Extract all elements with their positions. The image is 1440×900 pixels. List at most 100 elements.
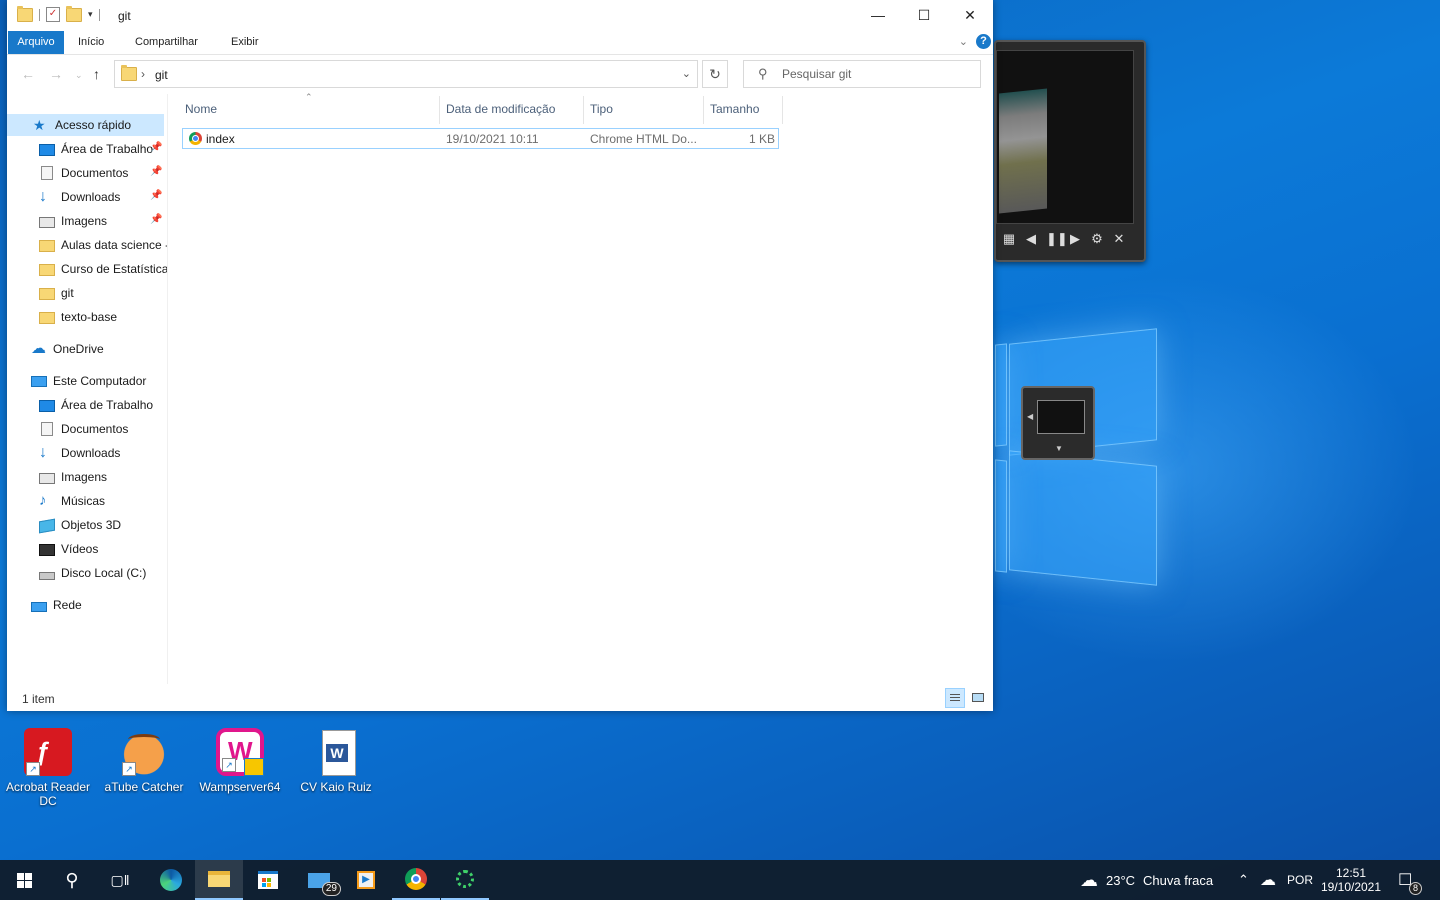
- column-separator[interactable]: [703, 96, 704, 124]
- folder-icon: [39, 312, 55, 324]
- taskbar-store[interactable]: [244, 860, 292, 900]
- new-folder-icon[interactable]: [66, 5, 82, 22]
- taskbar-media-player[interactable]: ▶: [342, 860, 390, 900]
- onedrive-tray[interactable]: ☁: [1260, 860, 1276, 900]
- pane-divider[interactable]: [167, 94, 168, 684]
- sidebar-item-downloads[interactable]: ↓ Downloads 📌: [7, 186, 167, 208]
- next-icon[interactable]: ▶: [1068, 231, 1082, 247]
- sidebar-item-rede[interactable]: Rede: [7, 594, 167, 616]
- sidebar-item-aulas-data-science[interactable]: Aulas data science -: [7, 234, 167, 256]
- language-indicator[interactable]: POR: [1287, 860, 1313, 900]
- sidebar-item-acesso-rapido[interactable]: ★ Acesso rápido: [7, 114, 164, 136]
- address-path[interactable]: git: [155, 68, 168, 82]
- column-separator[interactable]: [583, 96, 584, 124]
- show-hidden-icons-button[interactable]: ⌃: [1238, 860, 1249, 900]
- sidebar-item-imagens[interactable]: Imagens 📌: [7, 210, 167, 232]
- close-icon[interactable]: ✕: [1112, 231, 1126, 247]
- documents-icon: [41, 166, 53, 180]
- sidebar-item-texto-base[interactable]: texto-base: [7, 306, 167, 328]
- atube-icon: ↗: [120, 728, 168, 776]
- tab-compartilhar[interactable]: Compartilhar: [135, 31, 198, 54]
- column-header-data[interactable]: Data de modificação: [446, 96, 555, 122]
- address-dropdown-icon[interactable]: ⌄: [682, 67, 691, 80]
- settings-icon[interactable]: ⚙: [1090, 231, 1104, 247]
- details-view-button[interactable]: [945, 688, 965, 708]
- sidebar-item-onedrive[interactable]: ☁ OneDrive: [7, 338, 167, 360]
- desktop-icon-cv[interactable]: W CV Kaio Ruiz: [288, 728, 384, 794]
- collapse-left-icon[interactable]: ◀: [1027, 412, 1033, 421]
- media-player-window[interactable]: ▦ ◀ ❚❚ ▶ ⚙ ✕: [994, 40, 1146, 262]
- customize-toolbar-icon[interactable]: ▾: [88, 9, 93, 20]
- sidebar-item-pc-downloads[interactable]: ↓ Downloads: [7, 442, 167, 464]
- taskbar-search-button[interactable]: ⚲: [48, 860, 96, 900]
- tab-inicio[interactable]: Início: [78, 31, 104, 54]
- task-view-button[interactable]: ▢‖: [96, 860, 144, 900]
- chrome-icon: [189, 132, 202, 145]
- large-icons-view-button[interactable]: [969, 688, 989, 708]
- desktop-icon-atube[interactable]: ↗ aTube Catcher: [96, 728, 192, 794]
- expand-ribbon-icon[interactable]: ⌄: [959, 35, 968, 48]
- media-player-controls: ▦ ◀ ❚❚ ▶ ⚙ ✕: [1002, 230, 1126, 248]
- recent-locations-icon[interactable]: ⌄: [75, 70, 83, 81]
- properties-icon[interactable]: ✓: [46, 7, 60, 22]
- file-row[interactable]: index 19/10/2021 10:11 Chrome HTML Do...…: [182, 128, 779, 149]
- mini-player-widget[interactable]: ◀ ▼: [1021, 386, 1095, 460]
- sidebar-item-documentos[interactable]: Documentos 📌: [7, 162, 167, 184]
- sidebar-item-pc-imagens[interactable]: Imagens: [7, 466, 167, 488]
- taskbar-mail[interactable]: 29: [295, 860, 343, 900]
- sidebar-item-area-de-trabalho[interactable]: Área de Trabalho 📌: [7, 138, 167, 160]
- taskbar-file-explorer[interactable]: [195, 860, 243, 900]
- column-header-nome[interactable]: Nome: [185, 96, 217, 122]
- sidebar-item-videos[interactable]: Vídeos: [7, 538, 167, 560]
- close-button[interactable]: ✕: [947, 0, 993, 30]
- weather-condition: Chuva fraca: [1143, 872, 1214, 888]
- taskbar-chrome[interactable]: [392, 860, 440, 900]
- weather-widget[interactable]: ☁ 23°C Chuva fraca: [1080, 860, 1213, 900]
- shortcut-arrow-icon: ↗: [26, 762, 40, 776]
- store-icon: [258, 871, 278, 889]
- search-box[interactable]: ⚲: [743, 60, 981, 88]
- item-count: 1 item: [22, 692, 55, 706]
- address-bar[interactable]: › git ⌄: [114, 60, 698, 88]
- tab-arquivo[interactable]: Arquivo: [8, 31, 64, 54]
- expand-down-icon[interactable]: ▼: [1055, 444, 1063, 453]
- help-icon[interactable]: ?: [976, 34, 991, 49]
- desktop-icon-acrobat[interactable]: ƒ ↗ Acrobat Reader DC: [0, 728, 96, 808]
- maximize-button[interactable]: ☐: [901, 0, 947, 30]
- sidebar-item-musicas[interactable]: ♪ Músicas: [7, 490, 167, 512]
- search-input[interactable]: [780, 66, 974, 82]
- sidebar-item-curso-de-estatistica[interactable]: Curso de Estatística: [7, 258, 167, 280]
- column-header-tamanho[interactable]: Tamanho: [710, 96, 759, 122]
- start-button[interactable]: [0, 860, 48, 900]
- desktop-icon-wampserver[interactable]: W ↗ Wampserver64: [192, 728, 288, 794]
- forward-button[interactable]: →: [49, 66, 63, 82]
- windows-start-icon: [16, 872, 32, 888]
- sidebar-item-objetos-3d[interactable]: Objetos 3D: [7, 514, 167, 536]
- refresh-button[interactable]: ↻: [702, 60, 728, 88]
- breadcrumb-chevron-icon[interactable]: ›: [141, 67, 145, 81]
- column-header-tipo[interactable]: Tipo: [590, 96, 613, 122]
- notifications-button[interactable]: ☐ 8: [1398, 860, 1423, 900]
- sidebar-item-disco-local[interactable]: Disco Local (C:): [7, 562, 167, 584]
- chrome-icon: [405, 868, 427, 890]
- clock[interactable]: 12:51 19/10/2021: [1318, 860, 1384, 900]
- sidebar-item-este-computador[interactable]: Este Computador: [7, 370, 167, 392]
- sidebar-item-pc-documentos[interactable]: Documentos: [7, 418, 167, 440]
- drive-icon: [39, 571, 55, 580]
- sidebar-item-label: Objetos 3D: [61, 518, 122, 532]
- file-modified: 19/10/2021 10:11: [446, 132, 539, 146]
- search-icon: ⚲: [65, 869, 79, 890]
- sidebar-item-pc-area-de-trabalho[interactable]: Área de Trabalho: [7, 394, 167, 416]
- minimize-button[interactable]: —: [855, 0, 901, 30]
- taskbar-app-loading[interactable]: [441, 860, 489, 900]
- up-button[interactable]: ↑: [93, 66, 100, 82]
- column-separator[interactable]: [782, 96, 783, 124]
- tab-exibir[interactable]: Exibir: [231, 31, 259, 54]
- column-separator[interactable]: [439, 96, 440, 124]
- sidebar-item-git[interactable]: git: [7, 282, 167, 304]
- back-button[interactable]: ←: [21, 66, 35, 82]
- taskbar-edge[interactable]: [147, 860, 195, 900]
- playlist-icon[interactable]: ▦: [1002, 231, 1016, 247]
- pause-icon[interactable]: ❚❚: [1046, 231, 1068, 247]
- previous-icon[interactable]: ◀: [1024, 231, 1038, 247]
